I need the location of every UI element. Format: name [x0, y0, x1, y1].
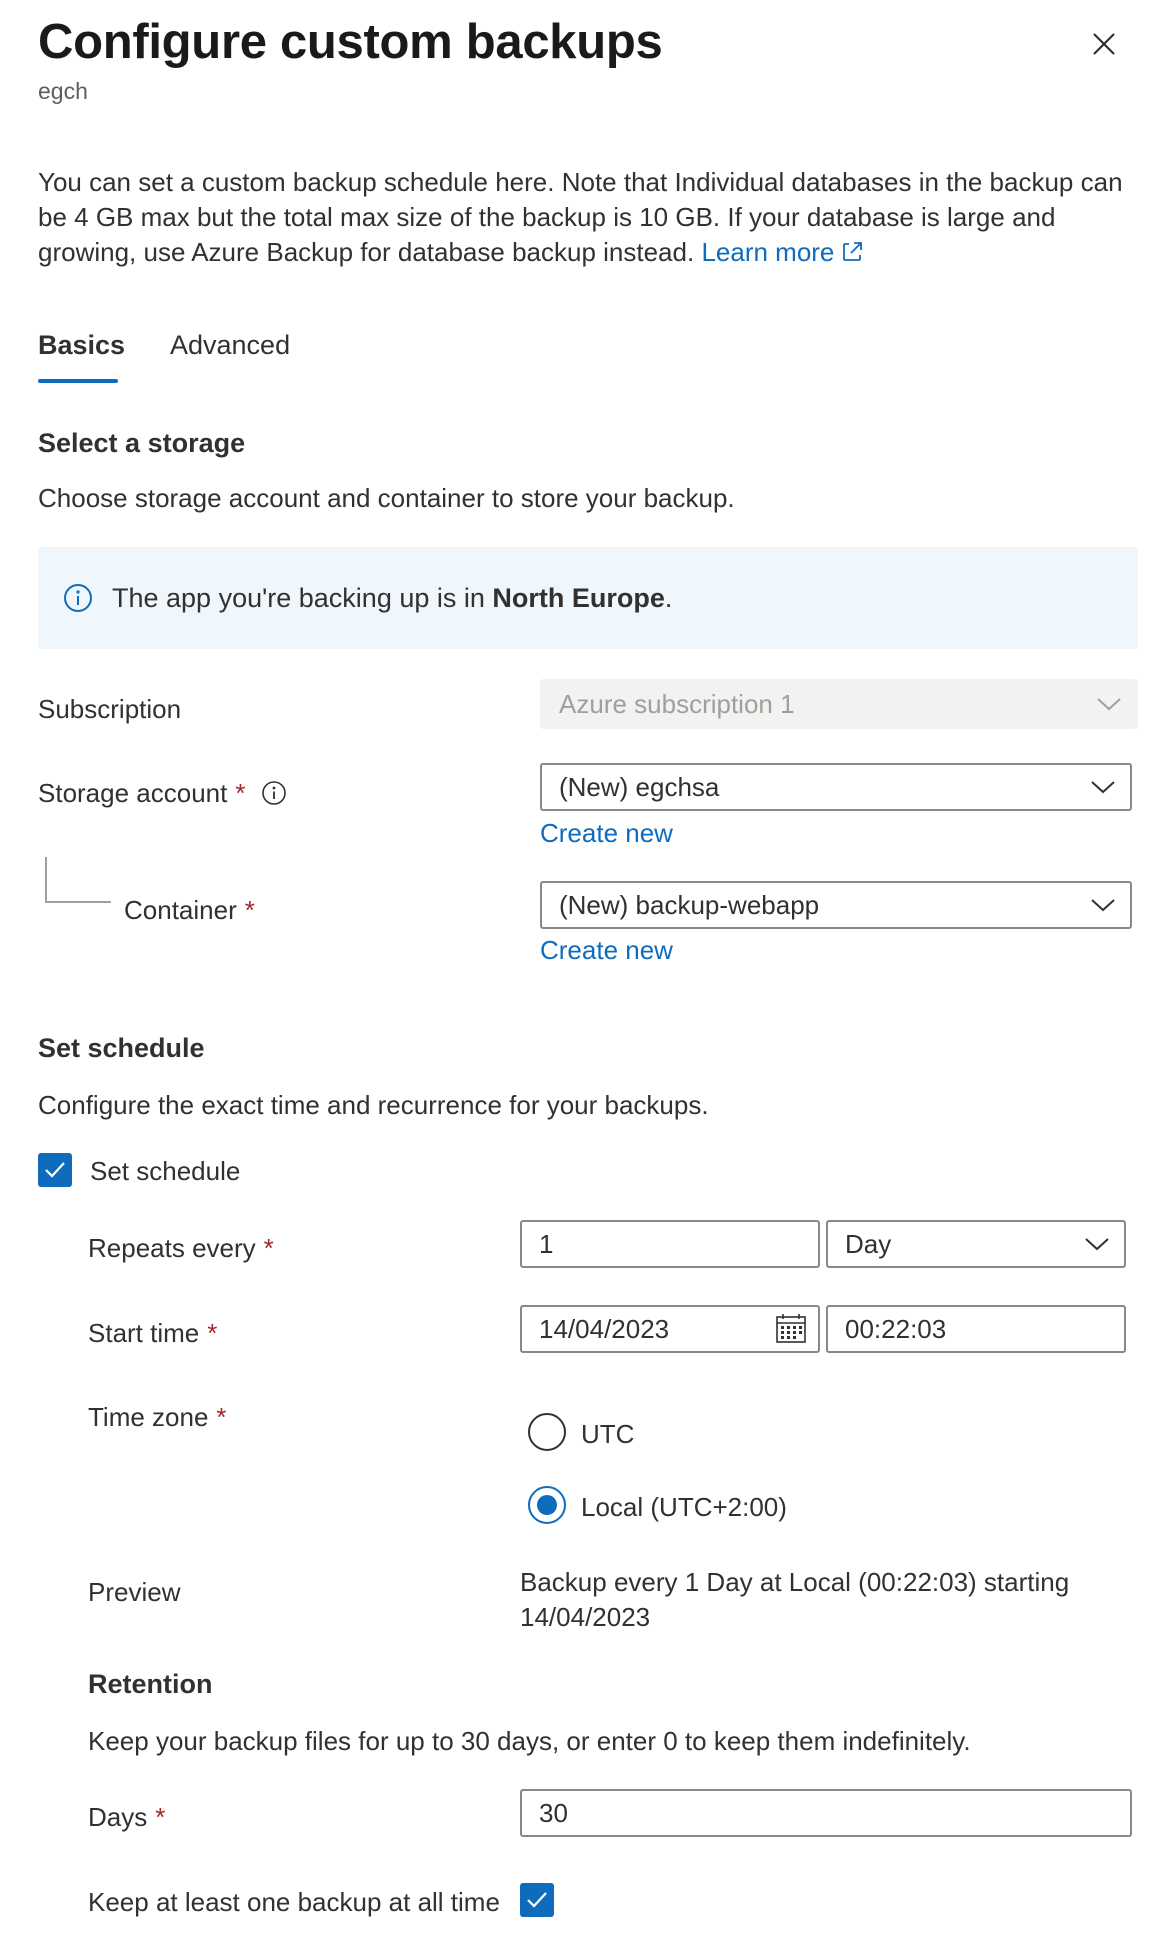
subscription-label: Subscription	[38, 694, 182, 724]
required-mark: *	[155, 1802, 166, 1832]
radio-local-label[interactable]: Local (UTC+2:00)	[581, 1492, 787, 1523]
storage-account-dropdown[interactable]: (New) egchsa	[540, 763, 1132, 811]
required-mark: *	[263, 1233, 274, 1263]
start-date-input[interactable]: 14/04/2023	[520, 1305, 820, 1353]
days-input[interactable]: 30	[520, 1789, 1132, 1837]
chevron-down-icon	[1091, 899, 1115, 912]
set-schedule-label: Set schedule	[90, 1156, 241, 1186]
intro-paragraph: You can set a custom backup schedule her…	[38, 165, 1128, 270]
learn-more-label[interactable]: Learn more	[701, 237, 834, 267]
chevron-down-icon	[1097, 698, 1121, 711]
retention-heading: Retention	[88, 1669, 213, 1699]
repeats-label-text: Repeats every	[88, 1233, 256, 1263]
repeats-label: Repeats every *	[88, 1233, 274, 1264]
required-mark: *	[216, 1402, 227, 1432]
preview-label: Preview	[88, 1577, 181, 1607]
start-time-label-text: Start time	[88, 1318, 200, 1348]
info-icon[interactable]	[261, 780, 287, 806]
storage-account-label: Storage account *	[38, 778, 287, 809]
storage-account-value: (New) egchsa	[559, 771, 720, 802]
page-subtitle: egch	[38, 78, 88, 104]
keep-one-label: Keep at least one backup at all time	[88, 1887, 500, 1917]
calendar-icon[interactable]	[774, 1313, 808, 1345]
intro-text: You can set a custom backup schedule her…	[38, 167, 1123, 267]
info-text: The app you're backing up is in North Eu…	[112, 583, 672, 614]
radio-utc-label[interactable]: UTC	[581, 1419, 634, 1450]
preview-line-2: 14/04/2023	[520, 1602, 651, 1632]
schedule-description: Configure the exact time and recurrence …	[38, 1090, 709, 1120]
checkmark-icon	[527, 1892, 547, 1908]
info-icon	[64, 584, 92, 612]
radio-local[interactable]	[528, 1486, 566, 1524]
start-date-value: 14/04/2023	[539, 1313, 670, 1344]
storage-account-label-text: Storage account	[38, 778, 228, 808]
tab-advanced[interactable]: Advanced	[170, 330, 290, 361]
storage-heading: Select a storage	[38, 428, 246, 458]
storage-description: Choose storage account and container to …	[38, 483, 735, 513]
radio-utc[interactable]	[528, 1413, 566, 1451]
subscription-value: Azure subscription 1	[559, 688, 795, 719]
days-label-text: Days	[88, 1802, 148, 1832]
container-dropdown[interactable]: (New) backup-webapp	[540, 881, 1132, 929]
info-suffix: .	[664, 583, 673, 613]
subscription-dropdown: Azure subscription 1	[540, 679, 1138, 729]
external-link-icon	[843, 242, 863, 261]
keep-one-checkbox[interactable]	[520, 1883, 554, 1917]
required-mark: *	[207, 1318, 218, 1348]
tab-basics[interactable]: Basics	[38, 330, 125, 361]
container-value: (New) backup-webapp	[559, 889, 820, 920]
learn-more-link[interactable]: Learn more	[701, 237, 864, 267]
repeats-unit-dropdown[interactable]: Day	[826, 1220, 1126, 1268]
required-mark: *	[235, 778, 246, 808]
retention-description: Keep your backup files for up to 30 days…	[88, 1726, 971, 1756]
days-label: Days *	[88, 1802, 165, 1833]
start-time-input[interactable]: 00:22:03	[826, 1305, 1126, 1353]
time-zone-label-text: Time zone	[88, 1402, 209, 1432]
schedule-heading: Set schedule	[38, 1033, 205, 1063]
page-title: Configure custom backups	[38, 15, 663, 69]
checkmark-icon	[45, 1162, 65, 1178]
info-region: North Europe	[492, 583, 665, 613]
chevron-down-icon	[1091, 781, 1115, 794]
info-prefix: The app you're backing up is in	[112, 583, 493, 613]
time-zone-label: Time zone *	[88, 1402, 227, 1433]
start-time-label: Start time *	[88, 1318, 217, 1349]
create-new-storage-link[interactable]: Create new	[540, 818, 673, 849]
repeats-interval-input[interactable]: 1	[520, 1220, 820, 1268]
required-mark: *	[244, 895, 255, 925]
tree-connector	[45, 857, 111, 903]
chevron-down-icon	[1085, 1238, 1109, 1251]
set-schedule-checkbox[interactable]	[38, 1153, 72, 1187]
container-label: Container *	[124, 895, 255, 926]
preview-line-1: Backup every 1 Day at Local (00:22:03) s…	[520, 1567, 1070, 1597]
repeats-unit-value: Day	[845, 1228, 892, 1259]
create-new-container-link[interactable]: Create new	[540, 935, 673, 966]
container-label-text: Container	[124, 895, 237, 925]
close-icon[interactable]	[1088, 28, 1120, 60]
tab-selected-indicator	[38, 379, 118, 383]
